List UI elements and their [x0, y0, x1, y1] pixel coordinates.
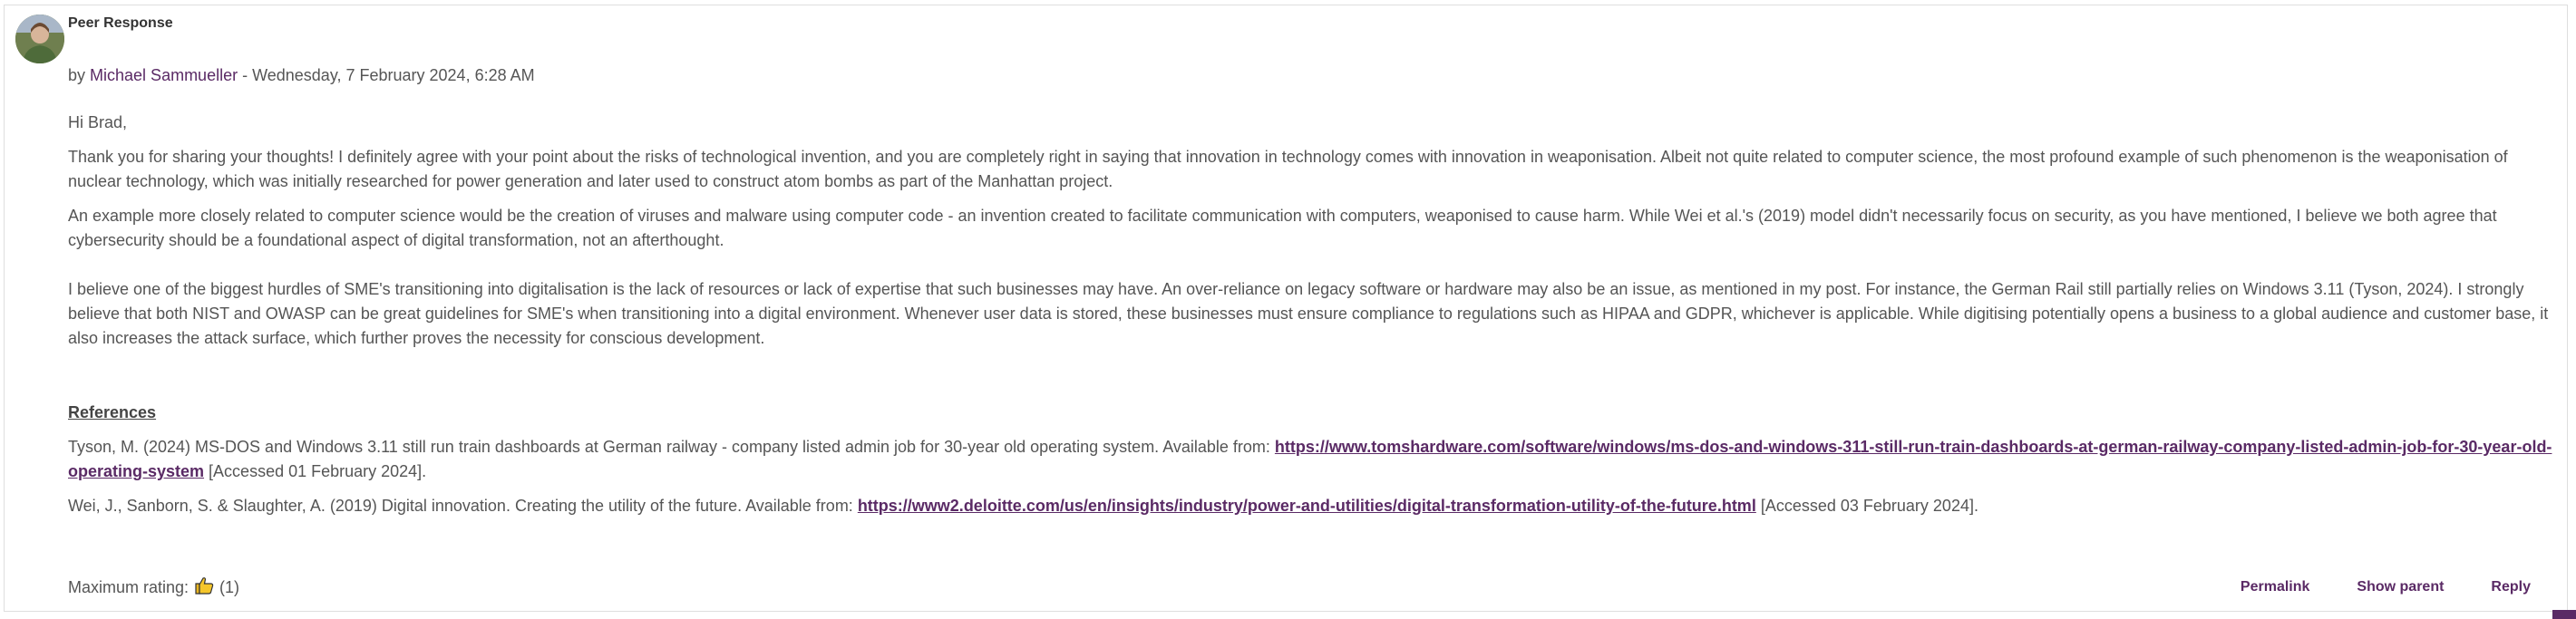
post-subject: Peer Response [68, 15, 173, 31]
reference-item: Wei, J., Sanborn, S. & Slaughter, A. (20… [68, 494, 2561, 518]
rating-label: Maximum rating: [68, 578, 190, 596]
reference-accessed: [Accessed 01 February 2024]. [204, 462, 427, 480]
reference-text: Wei, J., Sanborn, S. & Slaughter, A. (20… [68, 497, 858, 515]
paragraph: I believe one of the biggest hurdles of … [68, 280, 2549, 347]
references-heading: References [68, 403, 157, 421]
thumbs-up-icon[interactable] [194, 576, 214, 599]
reference-link[interactable]: https://www2.deloitte.com/us/en/insights… [858, 497, 1756, 515]
by-prefix: by [68, 66, 86, 84]
reference-item: Tyson, M. (2024) MS-DOS and Windows 3.11… [68, 435, 2561, 484]
paragraph: Thank you for sharing your thoughts! I d… [68, 148, 2508, 190]
post-content: Hi Brad, Thank you for sharing your thou… [68, 111, 2561, 518]
greeting: Hi Brad, [68, 113, 128, 131]
reference-accessed: [Accessed 03 February 2024]. [1755, 497, 1978, 515]
permalink-link[interactable]: Permalink [2241, 579, 2309, 595]
avatar[interactable] [15, 15, 64, 63]
paragraph: An example more closely related to compu… [68, 207, 2497, 249]
forum-post: Peer Response by Michael Sammueller - We… [4, 5, 2568, 612]
post-date: - Wednesday, 7 February 2024, 6:28 AM [238, 66, 535, 84]
rating-count[interactable]: (1) [219, 578, 239, 597]
author-link[interactable]: Michael Sammueller [90, 66, 238, 84]
post-byline: by Michael Sammueller - Wednesday, 7 Feb… [68, 66, 535, 85]
avatar-image [15, 15, 64, 63]
rating: Maximum rating: (1) [68, 576, 239, 599]
scroll-to-top-tab[interactable] [2552, 610, 2576, 619]
reply-link[interactable]: Reply [2491, 579, 2531, 595]
show-parent-link[interactable]: Show parent [2357, 579, 2444, 595]
post-commands: Permalink Show parent Reply [2241, 579, 2531, 595]
reference-text: Tyson, M. (2024) MS-DOS and Windows 3.11… [68, 438, 1275, 456]
